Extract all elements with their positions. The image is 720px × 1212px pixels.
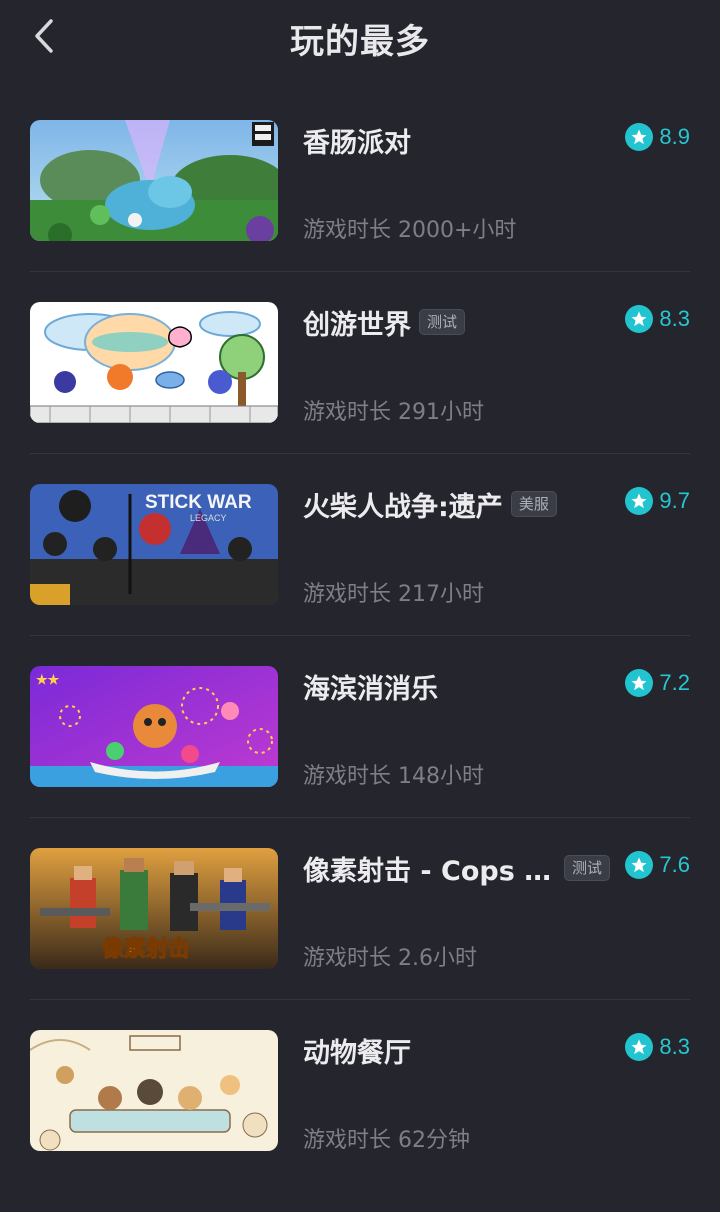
divider: [30, 817, 690, 818]
play-time: 游戏时长 148小时: [303, 764, 484, 789]
rating: 8.3: [625, 1032, 690, 1062]
star-icon: [625, 487, 654, 515]
star-icon: [625, 851, 654, 879]
game-name: 动物餐厅: [303, 1037, 411, 1069]
play-time: 游戏时长 291小时: [303, 400, 484, 425]
game-thumbnail[interactable]: STICK WAR LEGACY: [30, 484, 278, 605]
thumb-title-text: STICK WAR: [145, 492, 252, 513]
rating-score: 9.7: [659, 488, 690, 513]
game-thumbnail[interactable]: 像素射击: [30, 848, 278, 969]
game-item-sausage-party[interactable]: 香肠派对 8.9 游戏时长 2000+小时: [30, 120, 690, 302]
game-name: 火柴人战争:遗产: [303, 491, 503, 523]
thumb-title-text: 像素射击: [102, 936, 190, 962]
rating-score: 7.6: [659, 852, 690, 877]
play-time: 游戏时长 2.6小时: [303, 946, 477, 971]
rating-score: 8.3: [659, 306, 690, 331]
game-item-pixel-gun[interactable]: 像素射击 像素射击 - Cops N... 测试 7.6 游戏时长 2.6小时: [30, 848, 690, 1030]
game-name: 香肠派对: [303, 127, 411, 159]
rating-score: 7.2: [659, 670, 690, 695]
game-name: 创游世界: [303, 309, 411, 341]
rating-score: 8.9: [659, 124, 690, 149]
rating: 7.6: [625, 850, 690, 880]
game-item-stick-war-legacy[interactable]: STICK WAR LEGACY 火柴人战争:遗产 美服 9.7 游戏时长 21…: [30, 484, 690, 666]
test-badge: 测试: [563, 855, 610, 881]
rating-score: 8.3: [659, 1034, 690, 1059]
game-thumbnail[interactable]: [30, 1030, 278, 1151]
play-time: 游戏时长 2000+小时: [303, 218, 517, 243]
divider: [30, 635, 690, 636]
game-item-chuangyou-world[interactable]: 创游世界 测试 8.3 游戏时长 291小时: [30, 302, 690, 484]
game-name: 像素射击 - Cops N...: [303, 855, 556, 887]
game-thumbnail[interactable]: [30, 302, 278, 423]
region-badge: 美服: [510, 491, 557, 517]
play-time: 游戏时长 217小时: [303, 582, 484, 607]
divider: [30, 999, 690, 1000]
star-icon: [625, 123, 654, 151]
rating: 9.7: [625, 486, 690, 516]
star-icon: [625, 1033, 654, 1061]
page-title: 玩的最多: [290, 22, 430, 62]
divider: [30, 453, 690, 454]
divider: [30, 271, 690, 272]
game-thumbnail[interactable]: ★★: [30, 666, 278, 787]
rating: 7.2: [625, 668, 690, 698]
star-icon: [625, 669, 654, 697]
game-name: 海滨消消乐: [303, 673, 438, 705]
thumb-subtitle-text: LEGACY: [190, 513, 227, 523]
star-icon: [625, 305, 654, 333]
game-thumbnail[interactable]: [30, 120, 278, 241]
play-time: 游戏时长 62分钟: [303, 1128, 470, 1153]
top-bar: 玩的最多: [0, 0, 720, 72]
svg-text:★★: ★★: [36, 672, 60, 687]
game-item-animal-restaurant[interactable]: 动物餐厅 8.3 游戏时长 62分钟: [30, 1030, 690, 1212]
rating: 8.9: [625, 122, 690, 152]
rating: 8.3: [625, 304, 690, 334]
test-badge: 测试: [419, 309, 466, 335]
game-item-seaside-match[interactable]: ★★ 海滨消消乐 7.2 游戏时长 148小时: [30, 666, 690, 848]
game-list: 香肠派对 8.9 游戏时长 2000+小时 创游世界 测试 8.3 游戏时长 2…: [30, 120, 690, 1212]
